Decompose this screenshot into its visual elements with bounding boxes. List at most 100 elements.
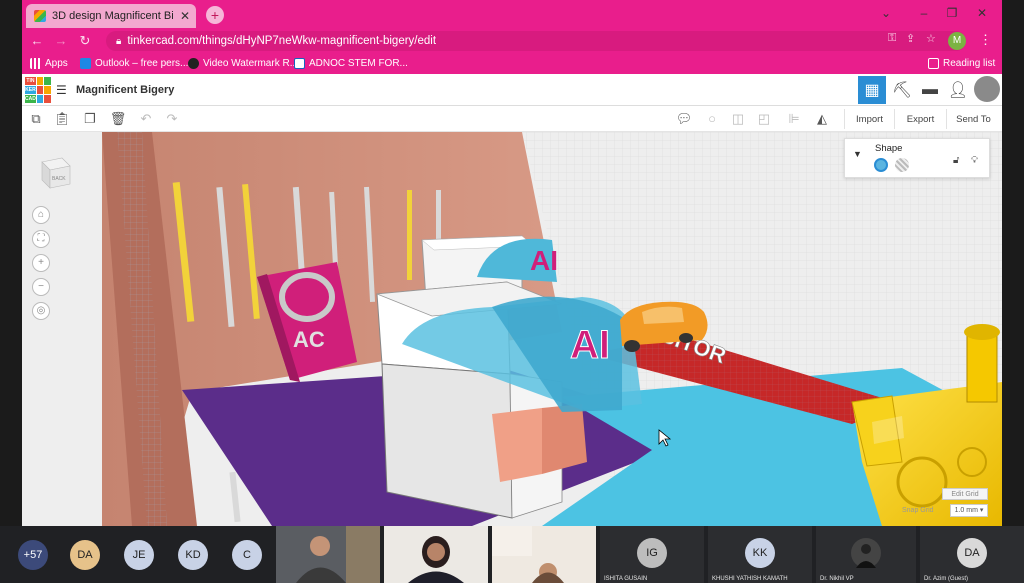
ai-sign-back: AI xyxy=(530,245,558,276)
participant-tile[interactable]: IG ISHITA GUSAIN xyxy=(600,526,704,583)
group-icon[interactable]: ◫ xyxy=(728,110,748,128)
bricks-icon[interactable]: ▬ xyxy=(916,76,944,104)
paste-icon[interactable]: 📋︎ xyxy=(52,110,72,128)
share-icon[interactable]: ⇪ xyxy=(906,32,915,45)
shape-panel-title: Shape xyxy=(875,143,903,154)
snap-grid-select[interactable]: 1.0 mm ▾ xyxy=(950,504,988,517)
profile-avatar[interactable]: M xyxy=(948,32,966,50)
forward-arrow-icon[interactable]: → xyxy=(52,33,70,48)
address-bar-row: ← → ↻ 🔒︎ tinkercad.com/things/dHyNP7neWk… xyxy=(22,28,1002,54)
bookmark-video-watermark[interactable]: Video Watermark R... xyxy=(188,58,298,69)
screen: 3D design Magnificent Bigery | Ti ✕ + ⌄ … xyxy=(0,0,1024,583)
mirror-icon[interactable]: ◭ xyxy=(812,110,832,128)
bookmark-outlook[interactable]: Outlook – free pers... xyxy=(80,58,188,69)
send-to-button[interactable]: Send To xyxy=(946,109,1000,129)
notes-icon[interactable]: 💬︎ xyxy=(674,110,694,128)
browser-tab[interactable]: 3D design Magnificent Bigery | Ti ✕ xyxy=(26,4,196,28)
more-participants-count[interactable]: +57 xyxy=(18,540,48,570)
bookmark-star-icon[interactable]: ☆ xyxy=(926,32,936,45)
collapse-caret-icon[interactable]: ▼ xyxy=(853,149,862,159)
fit-view-icon[interactable]: ⛶ xyxy=(32,230,50,248)
participant-video xyxy=(384,526,488,583)
reading-list-label: Reading list xyxy=(943,58,996,69)
participant-initials: DA xyxy=(957,538,987,568)
participant-bubble[interactable]: KD xyxy=(178,540,208,570)
undo-icon[interactable]: ↶ xyxy=(136,110,156,128)
add-user-icon[interactable]: 👤︎ xyxy=(944,76,972,104)
participant-bubble[interactable]: DA xyxy=(70,540,100,570)
close-window-button[interactable]: ✕ xyxy=(968,6,996,20)
copy-icon[interactable]: ⧉ xyxy=(26,110,46,128)
redo-icon[interactable]: ↷ xyxy=(162,110,182,128)
home-view-icon[interactable]: ⌂ xyxy=(32,206,50,224)
tab-close-icon[interactable]: ✕ xyxy=(180,9,196,23)
participant-bubble[interactable]: JE xyxy=(124,540,154,570)
browser-menu-icon[interactable]: ⋮ xyxy=(979,32,992,48)
light-bulb-visibility-icon[interactable]: 💡︎ xyxy=(971,155,978,166)
export-button[interactable]: Export xyxy=(894,109,946,129)
3d-scene[interactable]: VISITOR AC AI xyxy=(22,132,1002,526)
codeblocks-pickaxe-icon[interactable]: ⛏ xyxy=(888,76,916,104)
bookmark-label: ADNOC STEM FOR... xyxy=(309,58,408,69)
back-arrow-icon[interactable]: ← xyxy=(28,33,46,48)
3d-view-grid-icon[interactable]: ▦ xyxy=(858,76,886,104)
duplicate-icon[interactable]: ❐ xyxy=(80,110,100,128)
ungroup-icon[interactable]: ◰ xyxy=(754,110,774,128)
participant-tile[interactable]: DA Dr. Azim (Guest) xyxy=(920,526,1024,583)
workplane-viewport[interactable]: VISITOR AC AI xyxy=(22,132,1002,526)
maximize-button[interactable]: ❐ xyxy=(938,6,966,20)
participant-initials: KK xyxy=(745,538,775,568)
tinkercad-app: TIN KER CAD ☰ Magnificent Bigery ▦ ⛏ ▬ 👤… xyxy=(22,74,1002,526)
view-cube-label: BACK xyxy=(52,176,66,182)
participant-video xyxy=(492,526,596,583)
bookmark-label: Apps xyxy=(45,58,68,69)
tinkercad-favicon-icon xyxy=(34,10,46,22)
tab-search-icon[interactable]: ⌄ xyxy=(872,6,900,20)
participant-tile[interactable]: Dr. Nikhil VP xyxy=(816,526,916,583)
front-box-side xyxy=(381,363,513,519)
light-bulb-icon[interactable]: ○ xyxy=(702,110,722,128)
edit-grid-button[interactable]: Edit Grid xyxy=(942,488,988,500)
url-text: tinkercad.com/things/dHyNP7neWkw-magnifi… xyxy=(127,35,437,47)
import-button[interactable]: Import xyxy=(844,109,894,129)
url-field[interactable]: 🔒︎ tinkercad.com/things/dHyNP7neWkw-magn… xyxy=(106,31,966,51)
video-watermark-icon xyxy=(188,58,199,69)
video-tile[interactable] xyxy=(276,526,380,583)
logo-letters: KER xyxy=(25,86,36,94)
participant-name: Dr. Azim (Guest) xyxy=(924,576,969,582)
align-icon[interactable]: ⊫ xyxy=(784,110,804,128)
participant-bubble[interactable]: C xyxy=(232,540,262,570)
logo-letters: CAD xyxy=(25,95,36,103)
edit-toolbar: ⧉ 📋︎ ❐ 🗑︎ ↶ ↷ 💬︎ ○ ◫ ◰ ⊫ ◭ Import Export… xyxy=(22,106,1002,132)
zoom-out-icon[interactable]: − xyxy=(32,278,50,296)
video-tile[interactable] xyxy=(384,526,488,583)
view-cube[interactable]: BACK xyxy=(36,152,76,192)
delete-trash-icon[interactable]: 🗑︎ xyxy=(108,110,128,128)
zoom-in-icon[interactable]: + xyxy=(32,254,50,272)
hole-button[interactable] xyxy=(895,158,909,172)
ac-sign-label: AC xyxy=(293,327,325,352)
perspective-toggle-icon[interactable]: ◎ xyxy=(32,302,50,320)
reload-icon[interactable]: ↻ xyxy=(76,33,94,49)
browser-window: 3D design Magnificent Bigery | Ti ✕ + ⌄ … xyxy=(22,0,1002,526)
salmon-block xyxy=(492,408,542,482)
bookmark-apps[interactable]: Apps xyxy=(30,58,68,69)
design-list-icon[interactable]: ☰ xyxy=(56,83,67,97)
participant-video xyxy=(276,526,380,583)
tinkercad-logo[interactable]: TIN KER CAD xyxy=(25,77,51,103)
lock-shape-icon[interactable]: 🔓︎ xyxy=(953,155,959,166)
key-icon[interactable]: ⚿ xyxy=(888,32,896,45)
design-title[interactable]: Magnificent Bigery xyxy=(76,84,174,96)
video-tile[interactable] xyxy=(492,526,596,583)
apps-grid-icon xyxy=(30,58,41,69)
participant-tile[interactable]: KK KHUSHI YATHISH KAMATH xyxy=(708,526,812,583)
solid-color-button[interactable] xyxy=(874,158,888,172)
user-avatar[interactable] xyxy=(974,76,1000,102)
bookmark-label: Video Watermark R... xyxy=(203,58,299,69)
bookmark-adnoc[interactable]: ADNOC STEM FOR... xyxy=(294,58,408,69)
reading-list[interactable]: Reading list xyxy=(928,58,995,69)
minimize-button[interactable]: – xyxy=(910,6,938,20)
snap-grid-label: Snap Grid xyxy=(902,507,934,514)
participant-initials: IG xyxy=(637,538,667,568)
new-tab-button[interactable]: + xyxy=(206,6,224,24)
